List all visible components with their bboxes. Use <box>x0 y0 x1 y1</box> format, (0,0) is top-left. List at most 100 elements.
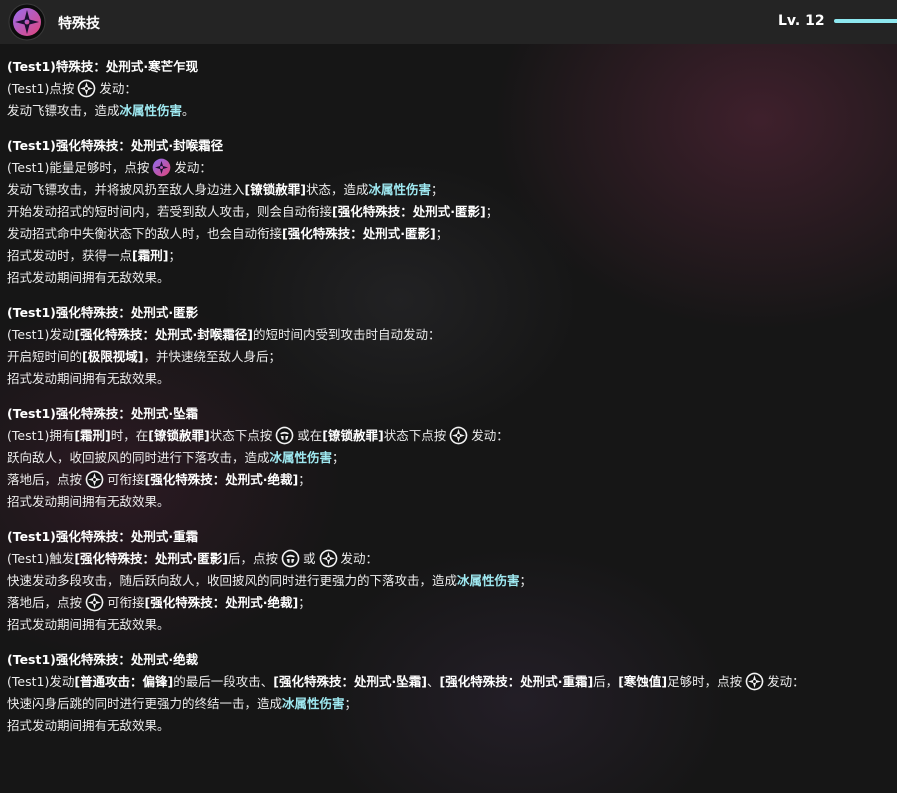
skill-keyword: [寒蚀值] <box>618 674 668 689</box>
skill-description-line: 招式发动期间拥有无敌效果。 <box>7 614 892 636</box>
skill-description-line: 开始发动招式的短时间内，若受到敌人攻击，则会自动衔接[强化特殊技：处刑式·匿影]… <box>7 201 892 223</box>
skill-keyword: [强化特殊技：处刑式·匿影] <box>74 551 229 566</box>
text-segment: (Test1)触发 <box>7 551 75 566</box>
text-segment: 或 <box>303 551 316 566</box>
ex-special-button-icon <box>152 158 171 177</box>
text-segment: ； <box>344 696 358 711</box>
skill-keyword: [普通攻击：偏锋] <box>74 674 174 689</box>
skill-description: (Test1)特殊技：处刑式·寒芒乍现 (Test1)点按 发动： 发动飞镖攻击，造成… <box>7 56 892 737</box>
skill-description-line: 招式发动时，获得一点[霜刑]； <box>7 245 892 267</box>
text-segment: ； <box>485 204 499 219</box>
skill-keyword: [镣锁赦罪] <box>244 182 306 197</box>
skill-keyword: [强化特殊技：处刑式·坠霜] <box>273 674 427 689</box>
skill-section: (Test1)强化特殊技：处刑式·封喉霜径 (Test1)能量足够时，点按 发动： 发… <box>7 135 892 289</box>
text-segment: 状态，造成 <box>305 182 369 197</box>
skill-keyword: [霜刑] <box>74 428 111 443</box>
skill-section-title: (Test1)强化特殊技：处刑式·匿影 <box>7 305 199 320</box>
text-segment: 可衔接 <box>107 472 145 487</box>
text-segment: ； <box>332 450 345 465</box>
text-segment: 发动： <box>767 674 805 689</box>
special-button-icon <box>449 426 468 445</box>
text-segment: (Test1)点按 <box>7 81 75 96</box>
text-segment: 招式发动期间拥有无敌效果。 <box>7 494 170 509</box>
skill-description-line: (Test1)发动[强化特殊技：处刑式·封喉霜径]的短时间内受到攻击时自动发动： <box>7 324 892 346</box>
text-segment: 发动： <box>174 160 212 175</box>
text-segment: 的最后一段攻击、 <box>173 674 274 689</box>
skill-description-line: 落地后，点按 可衔接[强化特殊技：处刑式·绝裁]； <box>7 469 892 491</box>
text-segment: 发动招式命中失衡状态下的敌人时，也会自动衔接 <box>7 226 283 241</box>
skill-section: (Test1)强化特殊技：处刑式·匿影 (Test1)发动[强化特殊技：处刑式·封… <box>7 302 892 390</box>
skill-section-title: (Test1)强化特殊技：处刑式·坠霜 <box>7 406 199 421</box>
level-label: Lv. 12 <box>778 13 825 29</box>
text-segment: ； <box>298 472 311 487</box>
text-segment: 落地后，点按 <box>7 595 83 610</box>
skill-keyword: [极限视域] <box>82 349 144 364</box>
skill-keyword: [强化特殊技：处刑式·封喉霜径] <box>74 327 254 342</box>
special-button-icon <box>319 549 338 568</box>
skill-keyword: [镣锁赦罪] <box>322 428 384 443</box>
text-segment: 后， <box>593 674 619 689</box>
skill-keyword: [强化特殊技：处刑式·绝裁] <box>144 595 299 610</box>
skill-description-line: 开启短时间的[极限视域]，并快速绕至敌人身后； <box>7 346 892 368</box>
ice-damage-keyword: 冰属性伤害 <box>269 450 333 465</box>
text-segment: ； <box>168 248 181 263</box>
text-segment: 后，点按 <box>228 551 279 566</box>
text-segment: 发动飞镖攻击，造成 <box>7 103 120 118</box>
header-bar: 特殊技 Lv. 12 <box>0 0 897 44</box>
skill-section: (Test1)强化特殊技：处刑式·重霜 (Test1)触发[强化特殊技：处刑式·匿… <box>7 526 892 636</box>
text-segment: 发动： <box>99 81 137 96</box>
skill-description-line: (Test1)拥有[霜刑]时，在[镣锁赦罪]状态下点按 或在[镣锁赦罪]状态下点按… <box>7 425 892 447</box>
text-segment: 可衔接 <box>107 595 145 610</box>
special-button-icon <box>77 79 96 98</box>
skill-section-title: (Test1)强化特殊技：处刑式·重霜 <box>7 529 199 544</box>
text-segment: 招式发动期间拥有无敌效果。 <box>7 371 170 386</box>
skill-keyword: [镣锁赦罪] <box>148 428 210 443</box>
skill-description-line: 快速发动多段攻击，随后跃向敌人，收回披风的同时进行更强力的下落攻击，造成冰属性伤… <box>7 570 892 592</box>
ice-damage-keyword: 冰属性伤害 <box>282 696 345 711</box>
text-segment: 发动飞镖攻击，并将披风扔至敌人身边进入 <box>7 182 245 197</box>
skill-description-line: (Test1)触发[强化特殊技：处刑式·匿影]后，点按 或 发动： <box>7 548 892 570</box>
text-segment: 时，在 <box>110 428 149 443</box>
skill-section: (Test1)强化特殊技：处刑式·坠霜 (Test1)拥有[霜刑]时，在[镣锁赦罪… <box>7 403 892 513</box>
skill-section-title: (Test1)强化特殊技：处刑式·封喉霜径 <box>7 138 224 153</box>
skill-description-line: 招式发动期间拥有无敌效果。 <box>7 491 892 513</box>
text-segment: 快速发动多段攻击，随后跃向敌人，收回披风的同时进行更强力的下落攻击，造成 <box>7 573 458 588</box>
special-button-icon <box>745 672 764 691</box>
basic-attack-button-icon <box>275 426 294 445</box>
basic-attack-button-icon <box>281 549 300 568</box>
text-segment: 足够时，点按 <box>667 674 743 689</box>
text-segment: ； <box>298 595 311 610</box>
text-segment: 落地后，点按 <box>7 472 83 487</box>
special-button-icon <box>85 593 104 612</box>
text-segment: 快速闪身后跳的同时进行更强力的终结一击，造成 <box>7 696 283 711</box>
text-segment: (Test1)发动 <box>7 327 75 342</box>
special-attack-icon <box>8 3 46 41</box>
text-segment: (Test1)发动 <box>7 674 75 689</box>
text-segment: 发动： <box>340 551 379 566</box>
skill-section-title: (Test1)特殊技：处刑式·寒芒乍现 <box>7 59 199 74</box>
text-segment: (Test1)能量足够时，点按 <box>7 160 150 175</box>
text-segment: 开启短时间的 <box>7 349 83 364</box>
text-segment: ； <box>435 226 449 241</box>
skill-section: (Test1)特殊技：处刑式·寒芒乍现 (Test1)点按 发动： 发动飞镖攻击，造成… <box>7 56 892 122</box>
text-segment: 开始发动招式的短时间内，若受到敌人攻击，则会自动衔接 <box>7 204 333 219</box>
skill-description-line: 落地后，点按 可衔接[强化特殊技：处刑式·绝裁]； <box>7 592 892 614</box>
text-segment: ； <box>430 182 444 197</box>
text-segment: 状态下点按 <box>383 428 447 443</box>
skill-description-line: 发动飞镖攻击，并将披风扔至敌人身边进入[镣锁赦罪]状态，造成冰属性伤害； <box>7 179 892 201</box>
text-segment: 的短时间内受到攻击时自动发动： <box>253 327 441 342</box>
text-segment: 状态下点按 <box>209 428 273 443</box>
skill-section: (Test1)强化特殊技：处刑式·绝裁 (Test1)发动[普通攻击：偏锋]的最后… <box>7 649 892 737</box>
text-segment: 招式发动期间拥有无敌效果。 <box>7 718 170 733</box>
text-segment: (Test1)拥有 <box>7 428 75 443</box>
text-segment: 跃向敌人，收回披风的同时进行下落攻击，造成 <box>7 450 270 465</box>
skill-keyword: [强化特殊技：处刑式·重霜] <box>439 674 594 689</box>
skill-description-line: 招式发动期间拥有无敌效果。 <box>7 368 892 390</box>
skill-description-line: 招式发动期间拥有无敌效果。 <box>7 715 892 737</box>
text-segment: ； <box>519 573 533 588</box>
skill-description-line: 跃向敌人，收回披风的同时进行下落攻击，造成冰属性伤害； <box>7 447 892 469</box>
skill-keyword: [强化特殊技：处刑式·绝裁] <box>144 472 299 487</box>
text-segment: 、 <box>426 674 440 689</box>
text-segment: 发动： <box>471 428 509 443</box>
skill-description-line: 发动飞镖攻击，造成冰属性伤害。 <box>7 100 892 122</box>
